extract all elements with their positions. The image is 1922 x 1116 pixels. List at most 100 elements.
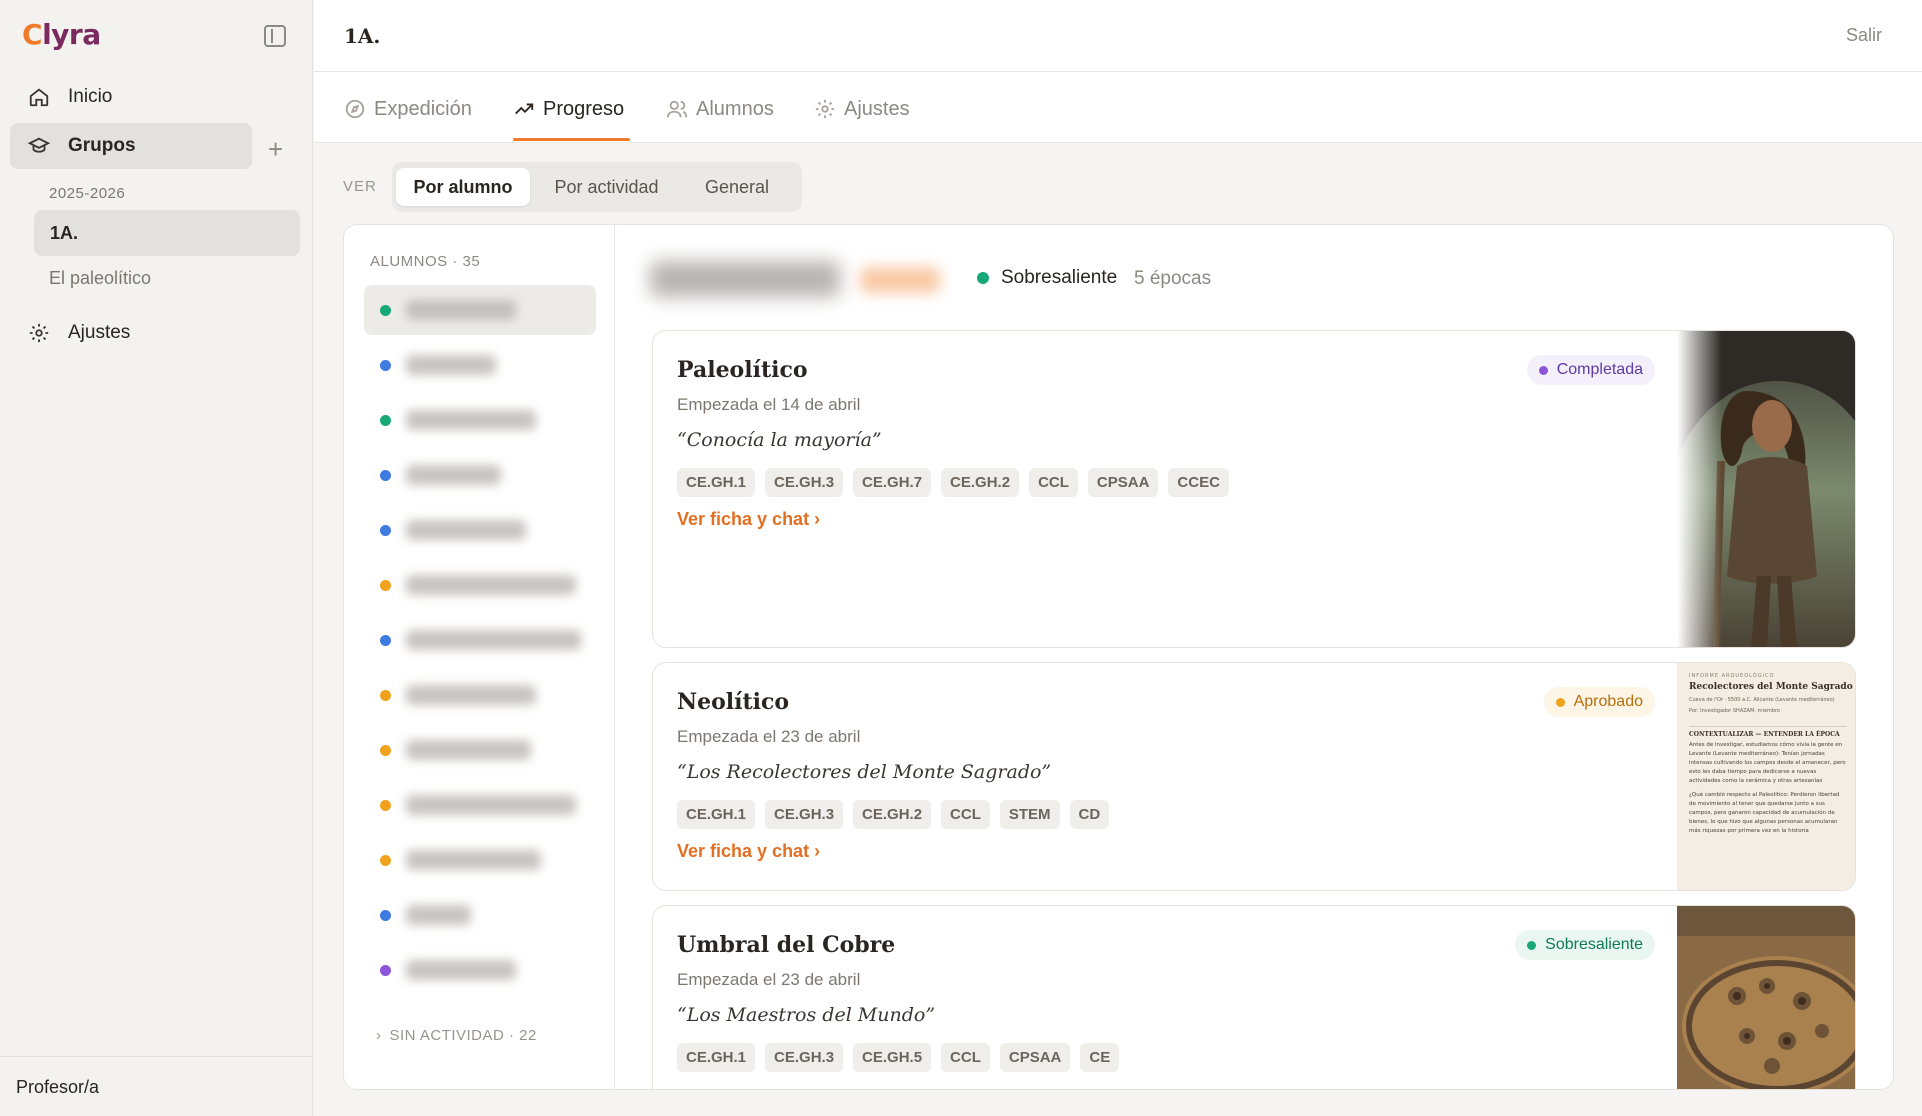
competency-chip: CPSAA [1087,468,1159,497]
competency-chip: CCL [1029,468,1078,497]
status-dot [380,965,391,976]
tab-alumnos[interactable]: Alumnos [666,94,774,124]
view-option-por-alumno[interactable]: Por alumno [396,168,530,206]
competency-chip: CE.GH.3 [765,800,844,829]
copper-age-village-image[interactable] [1677,906,1855,1089]
status-badge: Aprobado [1543,687,1655,717]
tab-expedicion[interactable]: Expedición [344,94,472,124]
student-row[interactable] [364,505,596,555]
view-option-por-actividad[interactable]: Por actividad [534,168,679,206]
status-dot [380,305,391,316]
users-icon [666,100,688,118]
view-switcher: Por alumno Por actividad General [392,162,802,212]
student-row[interactable] [364,835,596,885]
competency-chip: CE.GH.1 [677,1043,756,1072]
gear-icon [26,320,52,346]
sidebar-item-inicio[interactable]: Inicio [10,74,252,120]
status-dot [380,635,391,646]
competency-chip: CCL [941,800,990,829]
year-label: 2025-2026 [49,185,126,202]
student-name-blurred [406,905,471,925]
gear-icon [815,99,835,119]
page-title: 1A. [344,24,381,48]
status-dot [977,272,989,284]
active-tab-indicator [513,138,630,141]
student-row[interactable] [364,560,596,610]
tab-label: Expedición [374,97,472,120]
sidebar-group-1a[interactable]: 1A. [34,210,300,256]
student-row[interactable] [364,340,596,390]
students-header: ALUMNOS · 35 [370,253,481,270]
student-row[interactable] [364,285,596,335]
card-quote: “Los Recolectores del Monte Sagrado” [677,761,1052,783]
competency-chip: CE.GH.2 [853,800,932,829]
student-name-blurred [406,740,531,760]
graduation-cap-icon [26,133,52,159]
tab-progreso[interactable]: Progreso [513,94,624,124]
view-option-general[interactable]: General [682,168,792,206]
competency-chip: CE.GH.1 [677,468,756,497]
status-dot [380,415,391,426]
student-name-blurred [406,960,516,980]
student-name-blurred [406,355,496,375]
sidebar-expedition[interactable]: El paleolítico [49,268,151,289]
epoch-card-umbral-del-cobre: Umbral del Cobre Empezada el 23 de abril… [652,905,1856,1089]
student-row[interactable] [364,725,596,775]
status-dot [380,525,391,536]
student-name-blurred [406,850,541,870]
logout-button[interactable]: Salir [1846,25,1882,46]
card-date: Empezada el 23 de abril [677,970,861,989]
add-group-button[interactable]: + [268,134,283,165]
student-tag-blurred [860,267,940,293]
sidebar-item-grupos[interactable]: Grupos [10,123,252,169]
sidebar-item-ajustes[interactable]: Ajustes [10,310,252,356]
tab-label: Ajustes [844,97,910,120]
tab-bar: Expedición Progreso Alumnos Ajustes [314,72,1922,143]
competency-chips: CE.GH.1 CE.GH.3 CE.GH.2 CCL STEM CD [677,800,1110,829]
status-dot [380,690,391,701]
trending-up-icon [515,103,534,115]
student-row[interactable] [364,395,596,445]
student-row[interactable] [364,945,596,995]
status-dot [380,470,391,481]
student-row[interactable] [364,615,596,665]
competency-chip: CPSAA [999,1043,1071,1072]
view-sheet-link[interactable]: Ver ficha y chat › [677,841,820,862]
paleolithic-woman-image[interactable] [1677,331,1855,647]
sidebar-collapse-icon[interactable] [264,25,286,47]
doc-byline: Por: Investigador SHAZAM, miembro [1689,708,1780,714]
student-row[interactable] [364,780,596,830]
student-name-blurred [406,410,536,430]
student-name-blurred [406,300,516,320]
epoch-card-neolitico: Neolítico Empezada el 23 de abril “Los R… [652,662,1856,891]
student-row[interactable] [364,450,596,500]
student-name-blurred [406,795,576,815]
card-quote: “Los Maestros del Mundo” [677,1004,936,1026]
sidebar-item-label: Ajustes [68,322,131,343]
competency-chip: CE.GH.5 [853,1043,932,1072]
user-role[interactable]: Profesor/a [0,1056,313,1116]
competency-chip: CE.GH.2 [941,468,1020,497]
app-logo[interactable]: Clyra [22,18,101,51]
tab-ajustes[interactable]: Ajustes [814,94,910,124]
epoch-count: 5 épocas [1134,268,1212,289]
tab-label: Alumnos [696,97,774,120]
home-icon [26,84,52,110]
student-row[interactable] [364,670,596,720]
view-label: VER [343,178,377,195]
doc-title: Recolectores del Monte Sagrado [1689,682,1853,692]
card-title: Umbral del Cobre [677,932,896,958]
neolithic-report-thumbnail[interactable]: INFORME ARQUEOLÓGICO Recolectores del Mo… [1677,663,1855,890]
view-sheet-link[interactable]: Ver ficha y chat › [677,509,820,530]
competency-chip: CE.GH.3 [765,1043,844,1072]
compass-icon [345,99,365,119]
inactive-students-toggle[interactable]: › SIN ACTIVIDAD · 22 [376,1027,537,1044]
doc-meta: Cueva de l'Or · 5500 a.C. Alicante (Leva… [1689,697,1835,703]
status-badge: Sobresaliente [1515,930,1655,960]
student-row[interactable] [364,890,596,940]
student-name-blurred [406,685,536,705]
sidebar-item-label: Inicio [68,86,113,107]
student-name-blurred [406,575,576,595]
competency-chip: CE.GH.3 [765,468,844,497]
card-quote: “Conocía la mayoría” [677,429,882,451]
